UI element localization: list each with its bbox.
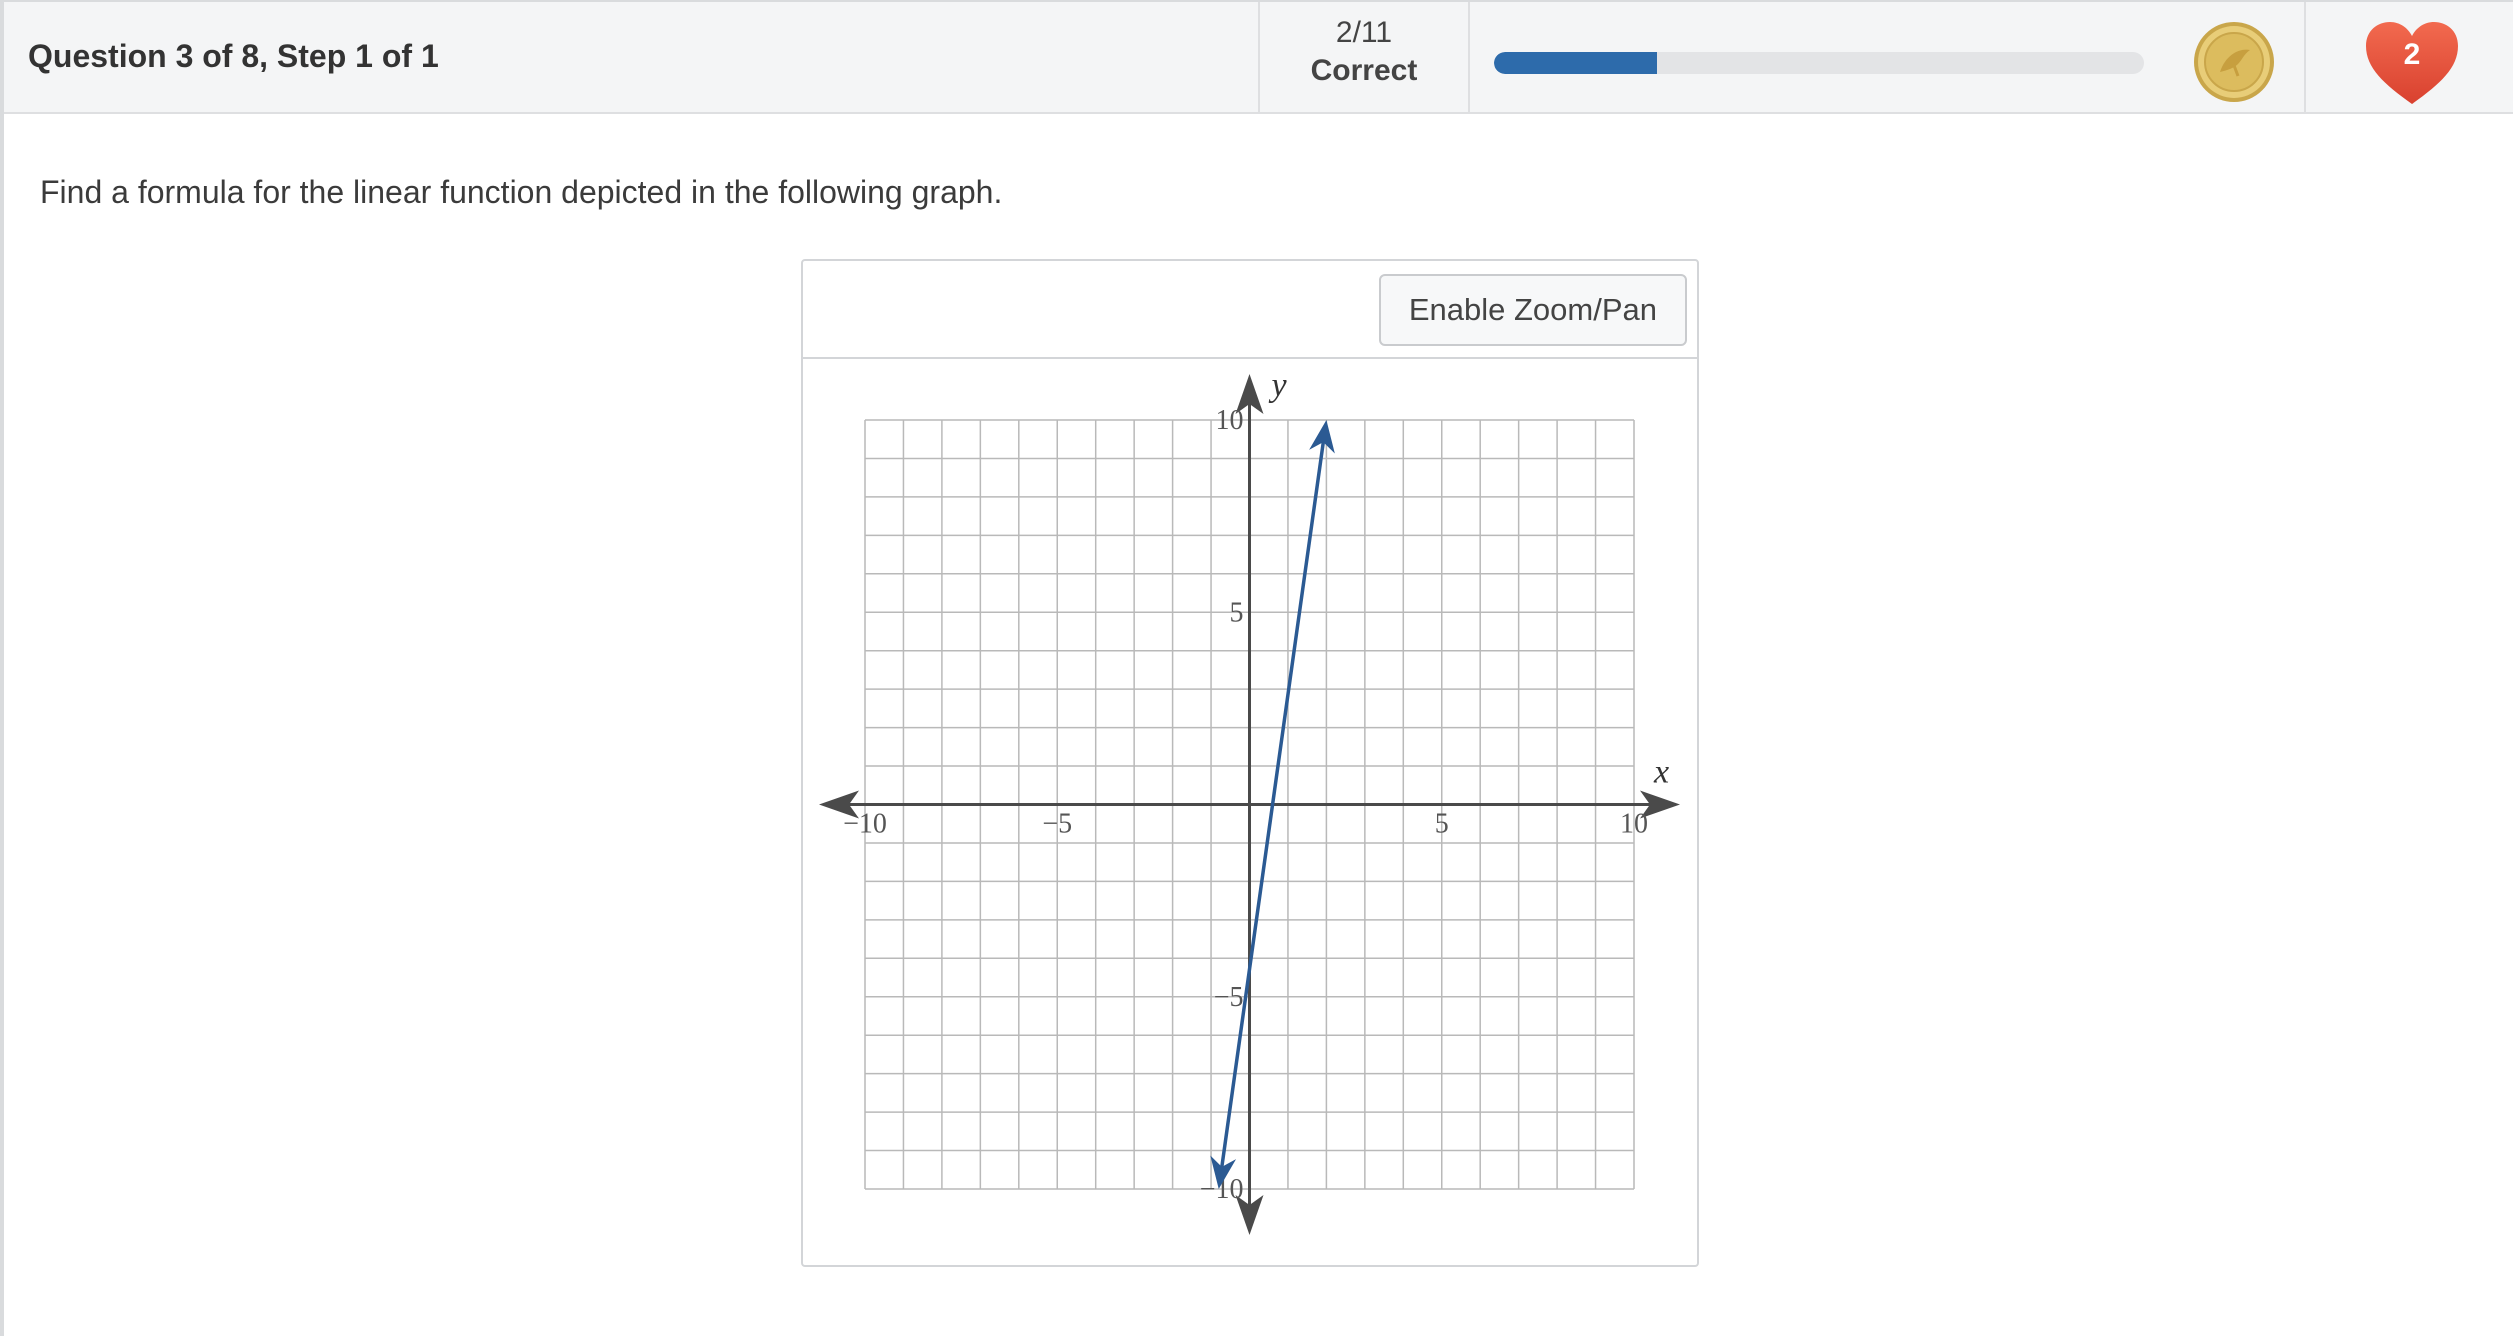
x-axis-label: x bbox=[1653, 754, 1669, 791]
page: Question 3 of 8, Step 1 of 1 2/11 Correc… bbox=[0, 0, 2513, 1336]
lives-indicator: 2 bbox=[2304, 2, 2513, 112]
progress-bar-fill bbox=[1494, 52, 1657, 74]
y-tick-label: −5 bbox=[1214, 982, 1244, 1013]
y-tick-label: 10 bbox=[1216, 405, 1244, 436]
y-axis-label: y bbox=[1269, 367, 1288, 404]
score-summary: 2/11 Correct bbox=[1258, 2, 1470, 112]
hearts-count: 2 bbox=[2403, 38, 2421, 71]
y-tick-label: 5 bbox=[1230, 597, 1244, 628]
x-tick-label: 5 bbox=[1435, 809, 1449, 840]
x-tick-label: 10 bbox=[1620, 809, 1648, 840]
x-tick-label: −10 bbox=[843, 809, 887, 840]
score-status: Correct bbox=[1310, 54, 1418, 87]
axes bbox=[819, 374, 1680, 1235]
graph-toolbar: Enable Zoom/Pan bbox=[803, 261, 1697, 359]
coin-icon[interactable] bbox=[2192, 20, 2276, 104]
question-header: Question 3 of 8, Step 1 of 1 2/11 Correc… bbox=[4, 2, 2513, 114]
score-fraction: 2/11 bbox=[1335, 16, 1393, 49]
coordinate-graph: −10 −5 5 10 10 5 −5 −10 x y bbox=[819, 367, 1680, 1235]
enable-zoom-pan-button[interactable]: Enable Zoom/Pan bbox=[1378, 274, 1687, 346]
graph-panel: Enable Zoom/Pan −10 −5 5 10 10 5 −5 −10 … bbox=[801, 259, 1699, 1267]
x-tick-label: −5 bbox=[1042, 809, 1072, 840]
question-title: Question 3 of 8, Step 1 of 1 bbox=[28, 38, 439, 74]
progress-bar bbox=[1494, 52, 2144, 74]
question-prompt: Find a formula for the linear function d… bbox=[40, 174, 1003, 210]
